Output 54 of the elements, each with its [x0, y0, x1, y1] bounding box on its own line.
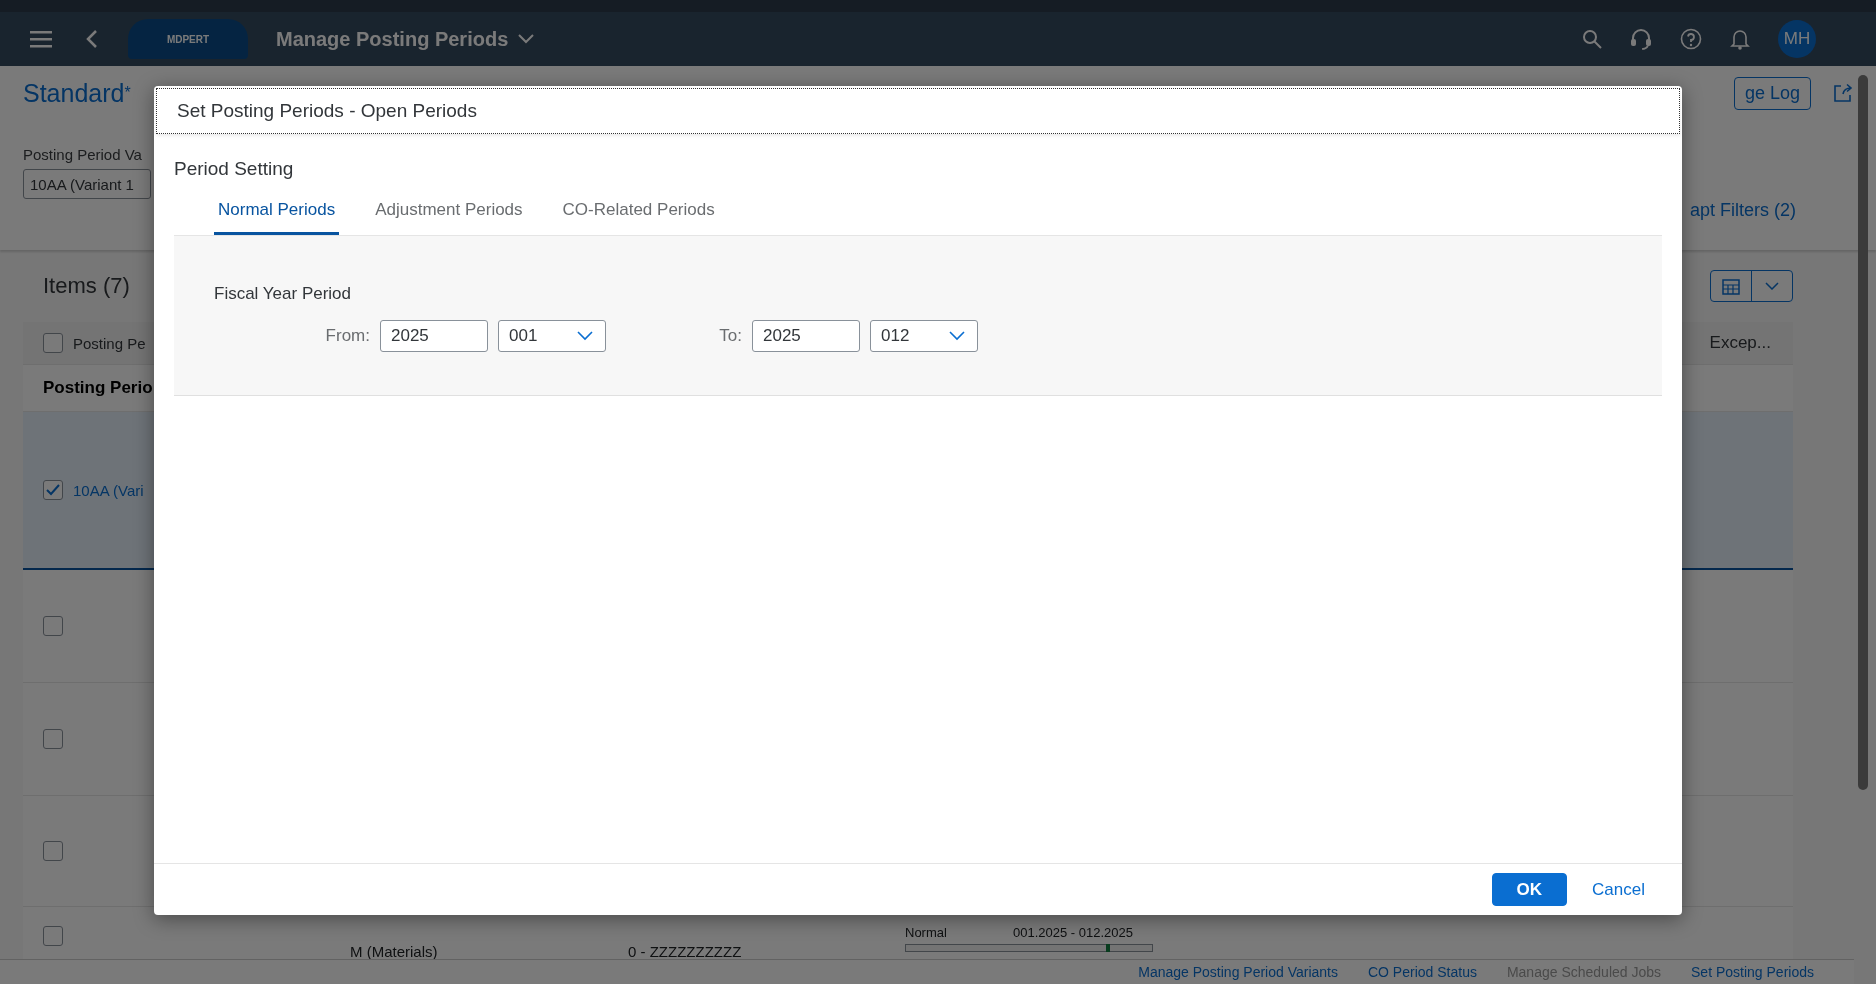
chevron-down-icon [577, 331, 593, 341]
tab[interactable]: Adjustment Periods [371, 192, 527, 235]
export-button[interactable] [1710, 270, 1793, 302]
footer-link[interactable]: CO Period Status [1368, 964, 1477, 980]
year-field[interactable]: 2025 [752, 320, 860, 352]
chevron-down-icon [949, 331, 965, 341]
filter-field[interactable]: 10AA (Variant 1 [23, 169, 151, 199]
back-icon[interactable] [86, 29, 98, 49]
column-header[interactable]: Excep... [1709, 333, 1771, 353]
range-label: From: [324, 326, 370, 346]
user-avatar[interactable]: MH [1778, 20, 1816, 58]
ok-button[interactable]: OK [1491, 873, 1568, 906]
table-title: Items (7) [43, 273, 130, 299]
cancel-button[interactable]: Cancel [1585, 873, 1652, 906]
variant-title[interactable]: Standard [23, 78, 125, 108]
share-icon[interactable] [1833, 83, 1853, 103]
row-checkbox[interactable] [43, 480, 63, 500]
footer-link[interactable]: Manage Posting Period Variants [1138, 964, 1338, 980]
caret-icon [1765, 282, 1779, 290]
dialog-title: Set Posting Periods - Open Periods [156, 88, 1680, 134]
table-cell: M (Materials) [350, 943, 438, 960]
adapt-filters-link[interactable]: apt Filters (2) [1689, 200, 1796, 221]
footer-link[interactable]: Set Posting Periods [1691, 964, 1814, 980]
period-select[interactable]: 012 [870, 320, 978, 352]
table-cell: 0 - ZZZZZZZZZZ [628, 943, 742, 960]
period-range: 001.2025 - 012.2025 [1013, 925, 1133, 940]
column-header[interactable]: Posting Pe [73, 334, 146, 352]
help-icon[interactable] [1680, 28, 1702, 50]
tab[interactable]: CO-Related Periods [558, 192, 719, 235]
period-select[interactable]: 001 [498, 320, 606, 352]
spreadsheet-icon [1721, 276, 1741, 296]
scrollbar[interactable] [1858, 75, 1868, 790]
row-checkbox[interactable] [43, 926, 63, 946]
company-logo[interactable]: MDPERT [128, 19, 248, 59]
menu-icon[interactable] [30, 30, 52, 48]
chevron-down-icon[interactable] [518, 34, 535, 44]
app-title[interactable]: Manage Posting Periods [276, 27, 509, 51]
period-type: Normal [905, 925, 947, 940]
search-icon[interactable] [1582, 29, 1602, 49]
group-label: Fiscal Year Period [214, 284, 353, 304]
range-label: To: [718, 326, 742, 346]
change-log-button[interactable]: ge Log [1733, 76, 1811, 110]
row-checkbox[interactable] [43, 333, 63, 353]
modified-mark: * [124, 84, 131, 102]
headset-icon[interactable] [1630, 28, 1652, 50]
year-field[interactable]: 2025 [380, 320, 488, 352]
bell-icon[interactable] [1730, 28, 1750, 50]
row-checkbox[interactable] [43, 616, 63, 636]
filter-label: Posting Period Va [23, 146, 142, 163]
row-checkbox[interactable] [43, 729, 63, 749]
row-checkbox[interactable] [43, 841, 63, 861]
variant-link[interactable]: 10AA (Vari [73, 481, 144, 499]
section-title: Period Setting [174, 158, 295, 180]
checkmark-icon [46, 484, 60, 496]
